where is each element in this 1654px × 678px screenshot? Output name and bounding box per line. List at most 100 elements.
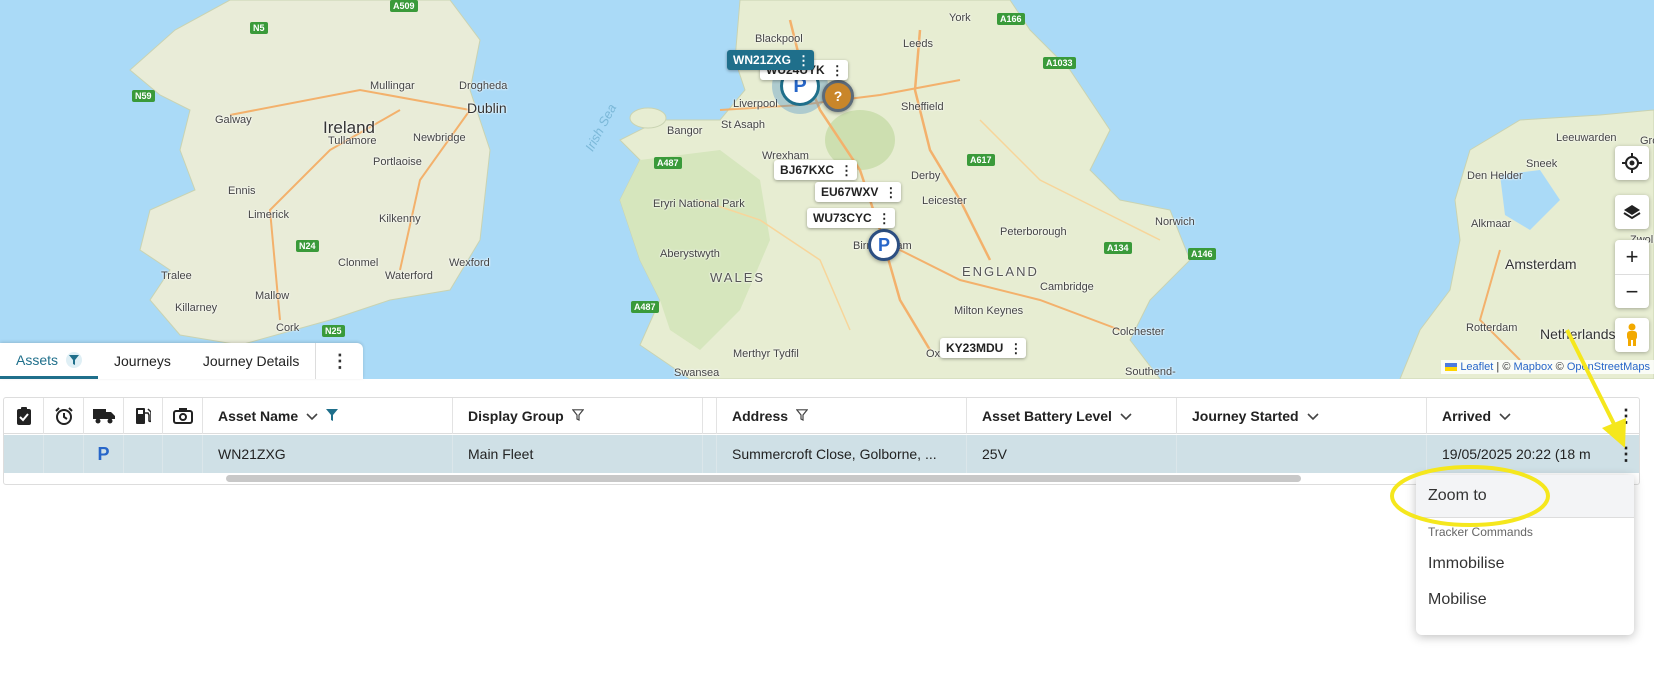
- col-display-group[interactable]: Display Group: [453, 398, 703, 434]
- filter-active-icon[interactable]: [326, 408, 339, 424]
- filter-active-icon[interactable]: [66, 351, 83, 368]
- col-asset-name[interactable]: Asset Name: [203, 398, 453, 434]
- vehicle-menu-icon[interactable]: ⋮: [831, 64, 844, 77]
- vehicle-label[interactable]: WU73CYC ⋮: [807, 208, 895, 228]
- menu-item-immobilise[interactable]: Immobilise: [1416, 546, 1634, 582]
- sort-down-icon[interactable]: [306, 408, 318, 424]
- map-place-label: Mullingar: [370, 80, 415, 92]
- pegman-icon[interactable]: [1615, 318, 1649, 352]
- vehicle-label[interactable]: KY23MDU ⋮: [940, 338, 1027, 358]
- vehicle-menu-icon[interactable]: ⋮: [1009, 342, 1022, 355]
- horizontal-scrollbar[interactable]: [226, 475, 1301, 482]
- truck-icon[interactable]: [84, 398, 124, 434]
- layers-icon[interactable]: [1615, 195, 1649, 229]
- map-place-label: Portlaoise: [373, 156, 422, 168]
- column-label: Arrived: [1442, 408, 1492, 424]
- map-road-shield: A509: [390, 0, 418, 12]
- vehicle-menu-icon[interactable]: ⋮: [797, 54, 810, 67]
- clipboard-check-icon[interactable]: [4, 398, 44, 434]
- col-journey-started[interactable]: Journey Started: [1177, 398, 1427, 434]
- col-address[interactable]: Address: [717, 398, 967, 434]
- leaflet-link[interactable]: Leaflet: [1460, 361, 1493, 373]
- vehicle-menu-icon[interactable]: ⋮: [840, 164, 853, 177]
- map-place-label: Colchester: [1112, 326, 1165, 338]
- map-place-label: Rotterdam: [1466, 322, 1518, 334]
- layers-control[interactable]: [1615, 195, 1649, 229]
- map-road-shield: A487: [631, 301, 659, 313]
- camera-icon[interactable]: [163, 398, 203, 434]
- alarm-clock-icon[interactable]: [44, 398, 84, 434]
- map-road-shield: A134: [1104, 242, 1132, 254]
- parked-status-icon: P: [84, 435, 124, 473]
- map-place-label: Netherlands: [1540, 326, 1616, 342]
- map-place-label: Killarney: [175, 302, 218, 314]
- map-place-label: WALES: [710, 270, 766, 285]
- unknown-status-marker[interactable]: ?: [822, 80, 854, 112]
- map-place-label: Swansea: [674, 367, 720, 379]
- panel-tabs: Assets Journeys Journey Details ⋮: [0, 343, 364, 379]
- zoom-out-button[interactable]: −: [1615, 274, 1649, 308]
- map-place-label: ENGLAND: [962, 264, 1039, 279]
- app-root: Ireland Dublin Galway Mullingar Drogheda Newb…: [0, 0, 1654, 678]
- map-place-label: Dublin: [467, 100, 507, 116]
- mapbox-link[interactable]: Mapbox: [1513, 361, 1552, 373]
- map-place-label: Cork: [276, 322, 300, 334]
- vehicle-label[interactable]: WN21ZXG ⋮: [727, 50, 815, 70]
- tab-assets[interactable]: Assets: [0, 343, 99, 379]
- table-row[interactable]: P WN21ZXG Main Fleet Summercroft Close, …: [4, 435, 1639, 473]
- tab-label: Journey Details: [202, 353, 300, 369]
- osm-link[interactable]: OpenStreetMaps: [1567, 361, 1650, 373]
- map-place-label: Sneek: [1526, 158, 1558, 170]
- cell-address: Summercroft Close, Golborne, ...: [717, 435, 967, 473]
- vehicle-menu-icon[interactable]: ⋮: [878, 212, 891, 225]
- fuel-pump-icon[interactable]: [124, 398, 163, 434]
- cell-arrived: 19/05/2025 20:22 (18 m ⋮: [1427, 435, 1639, 473]
- vehicle-registration: EU67WXV: [821, 185, 879, 199]
- vehicle-label[interactable]: EU67WXV ⋮: [815, 182, 902, 202]
- map-place-label: Leeuwarden: [1556, 132, 1617, 144]
- map-place-label: Kilkenny: [379, 213, 421, 225]
- column-label: Display Group: [468, 408, 564, 424]
- zoom-control: + −: [1615, 240, 1649, 308]
- vehicle-registration: BJ67KXC: [780, 163, 835, 177]
- menu-item-mobilise[interactable]: Mobilise: [1416, 582, 1634, 618]
- tabs-more-menu-icon[interactable]: ⋮: [315, 343, 363, 379]
- vehicle-menu-icon[interactable]: ⋮: [884, 186, 897, 199]
- zoom-in-button[interactable]: +: [1615, 240, 1649, 274]
- vehicle-registration: WN21ZXG: [733, 53, 792, 67]
- sort-down-icon[interactable]: [1120, 408, 1132, 424]
- vehicle-label[interactable]: BJ67KXC ⋮: [774, 160, 858, 180]
- arrived-value: 19/05/2025 20:22 (18 m: [1442, 446, 1591, 462]
- sort-down-icon[interactable]: [1307, 408, 1319, 424]
- map-place-label: Norwich: [1155, 216, 1195, 228]
- filter-icon[interactable]: [795, 408, 809, 424]
- parked-vehicle-marker[interactable]: P: [868, 229, 900, 261]
- streetview-control[interactable]: [1615, 318, 1649, 352]
- row-menu-icon[interactable]: ⋮: [1613, 443, 1635, 465]
- column-menu-icon[interactable]: ⋮: [1617, 406, 1635, 427]
- sort-down-icon[interactable]: [1499, 408, 1511, 424]
- attrib-sep: ©: [1552, 361, 1567, 373]
- map-place-label: Ennis: [228, 185, 256, 197]
- map-place-label: Merthyr Tydfil: [733, 348, 799, 360]
- cell-journey-started: [1177, 435, 1427, 473]
- col-battery-level[interactable]: Asset Battery Level: [967, 398, 1177, 434]
- map-place-label: Wexford: [449, 257, 490, 269]
- locate-control[interactable]: [1615, 146, 1649, 180]
- map-place-label: Newbridge: [413, 132, 466, 144]
- col-spacer: [703, 398, 717, 434]
- map-place-label: Peterborough: [1000, 226, 1067, 238]
- map-place-label: Tullamore: [328, 135, 377, 147]
- locate-icon[interactable]: [1615, 146, 1649, 180]
- col-arrived[interactable]: Arrived ⋮: [1427, 398, 1639, 434]
- tab-journey-details[interactable]: Journey Details: [187, 343, 316, 379]
- menu-item-zoom-to[interactable]: Zoom to: [1416, 475, 1634, 518]
- map-place-label: Cambridge: [1040, 281, 1094, 293]
- filter-icon[interactable]: [571, 408, 585, 424]
- map-place-label: Liverpool: [733, 98, 778, 110]
- tab-journeys[interactable]: Journeys: [98, 343, 187, 379]
- map[interactable]: Ireland Dublin Galway Mullingar Drogheda Newb…: [0, 0, 1654, 379]
- column-label: Address: [732, 408, 789, 424]
- vehicle-registration: KY23MDU: [946, 341, 1004, 355]
- map-place-label: Milton Keynes: [954, 305, 1024, 317]
